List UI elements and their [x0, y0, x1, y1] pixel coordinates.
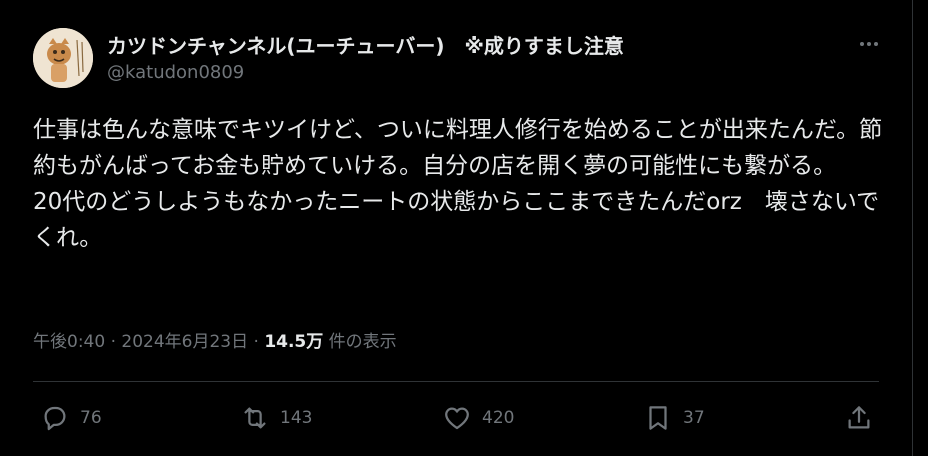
reply-icon	[44, 406, 66, 431]
more-icon[interactable]	[856, 34, 882, 54]
like-count: 420	[482, 408, 515, 428]
avatar[interactable]	[33, 28, 93, 88]
user-handle[interactable]: @katudon0809	[107, 62, 244, 83]
bookmark-icon	[649, 406, 667, 430]
bookmark-button[interactable]: 37	[643, 401, 705, 435]
reply-button[interactable]: 76	[40, 401, 102, 435]
more-dot	[860, 42, 864, 46]
retweet-button[interactable]: 143	[240, 401, 312, 435]
reply-count: 76	[80, 408, 102, 428]
tweet-card: カツドンチャンネル(ユーチューバー) ※成りすまし注意 @katudon0809…	[0, 0, 913, 456]
like-button[interactable]: 420	[442, 401, 514, 435]
view-label: 件の表示	[323, 332, 397, 352]
bookmark-count: 37	[683, 408, 705, 428]
heart-icon	[445, 407, 469, 430]
tweet-text: 仕事は色んな意味でキツイけど、ついに料理人修行を始めることが出来たんだ。節約もが…	[33, 117, 883, 251]
view-count: 14.5万	[264, 332, 324, 352]
timestamp[interactable]: 午後0:40 · 2024年6月23日 ·	[33, 332, 264, 352]
share-icon	[848, 406, 870, 429]
display-name[interactable]: カツドンチャンネル(ユーチューバー) ※成りすまし注意	[107, 30, 624, 59]
retweet-icon	[244, 407, 266, 429]
divider	[33, 381, 879, 382]
retweet-count: 143	[280, 408, 313, 428]
more-dot	[867, 42, 871, 46]
action-bar: 76 143 420 37	[40, 401, 880, 435]
share-button[interactable]	[844, 401, 874, 435]
more-dot	[874, 42, 878, 46]
tweet-meta: 午後0:40 · 2024年6月23日 · 14.5万 件の表示	[33, 327, 397, 352]
avatar-image	[33, 28, 93, 88]
